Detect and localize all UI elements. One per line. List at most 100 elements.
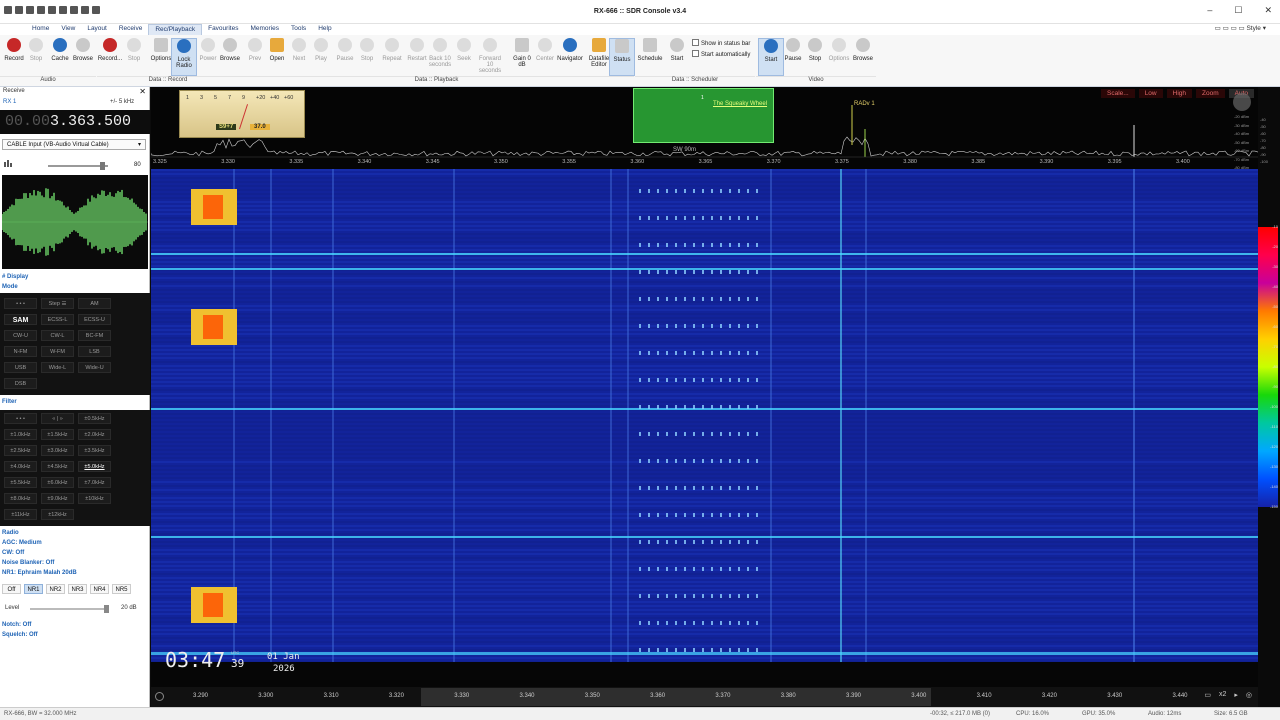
radio-setting-agc-medium[interactable]: AGC: Medium bbox=[2, 540, 42, 546]
7-0khz-button[interactable]: ±7.0kHz bbox=[78, 477, 111, 488]
low-button[interactable]: Low bbox=[1138, 89, 1163, 98]
forward-10-seconds-button[interactable]: Forward 10 seconds bbox=[477, 38, 503, 74]
scroll-right-icon[interactable]: ▸ bbox=[1234, 691, 1238, 699]
radio-section-header[interactable]: Radio bbox=[2, 530, 19, 536]
4-5khz-button[interactable]: ±4.5kHz bbox=[41, 461, 74, 472]
close-button[interactable]: ✕ bbox=[1264, 5, 1272, 16]
usb-button[interactable]: USB bbox=[4, 362, 37, 373]
tab-rec-playback[interactable]: Rec/Playback bbox=[148, 24, 203, 35]
show-in-status-bar-checkbox[interactable]: Show in status bar bbox=[692, 39, 750, 47]
tab-home[interactable]: Home bbox=[26, 24, 55, 35]
style-label[interactable]: Style bbox=[1246, 25, 1260, 32]
wide-l-button[interactable]: Wide-L bbox=[41, 362, 74, 373]
status-button[interactable]: Status bbox=[609, 38, 635, 76]
browse-button[interactable]: Browse bbox=[850, 38, 876, 62]
item-button[interactable]: • • • bbox=[4, 298, 37, 309]
dsb-button[interactable]: DSB bbox=[4, 378, 37, 389]
freq-digits[interactable]: 3.363.500 bbox=[50, 113, 131, 130]
schedule-button[interactable]: Schedule bbox=[637, 38, 663, 62]
radio-setting-noise-blanker-off[interactable]: Noise Blanker: Off bbox=[2, 560, 54, 566]
off-button[interactable]: Off bbox=[2, 584, 21, 594]
sam-button[interactable]: SAM bbox=[4, 314, 37, 325]
12khz-button[interactable]: ±12kHz bbox=[41, 509, 74, 520]
frequency-display[interactable]: 00.003.363.500 bbox=[0, 110, 150, 134]
close-panel-icon[interactable]: ✕ bbox=[139, 87, 146, 96]
squelch-setting[interactable]: Squelch: Off bbox=[2, 632, 38, 638]
tab-memories[interactable]: Memories bbox=[244, 24, 285, 35]
2-5khz-button[interactable]: ±2.5kHz bbox=[4, 445, 37, 456]
keyboard-icon[interactable]: ▭ bbox=[1204, 691, 1211, 699]
waterfall-colour-scale[interactable]: -40 -50 -60 -70 -80 -90 -100 -10 -20 -30 -40 -50 -6… bbox=[1258, 87, 1280, 707]
marker-squeaky-wheel[interactable]: The Squeaky Wheel bbox=[713, 101, 767, 107]
8-0khz-button[interactable]: ±8.0kHz bbox=[4, 493, 37, 504]
4-0khz-button[interactable]: ±4.0kHz bbox=[4, 461, 37, 472]
stop-button[interactable]: Stop bbox=[121, 38, 147, 62]
lsb-button[interactable]: LSB bbox=[78, 346, 111, 357]
high-button[interactable]: High bbox=[1166, 89, 1192, 98]
play-button[interactable]: Play bbox=[308, 38, 334, 62]
browse-button[interactable]: Browse bbox=[217, 38, 243, 62]
ecss-l-button[interactable]: ECSS-L bbox=[41, 314, 74, 325]
marker-radv[interactable]: RADv 1 bbox=[854, 101, 875, 107]
style-menu[interactable]: ▭ ▭ ▭ ▭ Style ▾ bbox=[1215, 24, 1266, 32]
spectrum-display[interactable]: 1 3 5 7 9 +20 +40 +60 S9+7 37.0 1 The Squeaky W… bbox=[150, 87, 1259, 179]
volume-slider-thumb[interactable] bbox=[100, 162, 105, 170]
navigator-button[interactable]: Navigator bbox=[557, 38, 583, 62]
10khz-button[interactable]: ±10kHz bbox=[78, 493, 111, 504]
stop-button[interactable]: Stop bbox=[354, 38, 380, 62]
stop-button[interactable]: Stop bbox=[802, 38, 828, 62]
nr2-button[interactable]: NR2 bbox=[46, 584, 65, 594]
tab-receive[interactable]: Receive bbox=[113, 24, 148, 35]
level-slider[interactable] bbox=[30, 605, 109, 613]
11khz-button[interactable]: ±11kHz bbox=[4, 509, 37, 520]
ecss-u-button[interactable]: ECSS-U bbox=[78, 314, 111, 325]
scale-button[interactable]: Scale... bbox=[1101, 89, 1135, 98]
1-5khz-button[interactable]: ±1.5kHz bbox=[41, 429, 74, 440]
item-button[interactable]: • • • bbox=[4, 413, 37, 424]
tab-view[interactable]: View bbox=[55, 24, 81, 35]
1-0khz-button[interactable]: ±1.0kHz bbox=[4, 429, 37, 440]
tab-favourites[interactable]: Favourites bbox=[202, 24, 244, 35]
settings-icon[interactable]: ◎ bbox=[1246, 691, 1252, 699]
cw-u-button[interactable]: CW-U bbox=[4, 330, 37, 341]
2-0khz-button[interactable]: ±2.0kHz bbox=[78, 429, 111, 440]
0-5khz-button[interactable]: ±0.5kHz bbox=[78, 413, 111, 424]
center-button[interactable]: Center bbox=[532, 38, 558, 62]
w-fm-button[interactable]: W-FM bbox=[41, 346, 74, 357]
tab-help[interactable]: Help bbox=[312, 24, 337, 35]
nr4-button[interactable]: NR4 bbox=[90, 584, 109, 594]
audio-source-select[interactable]: CABLE Input (VB-Audio Virtual Cable) ▾ bbox=[2, 139, 146, 150]
layout-icons[interactable]: ▭ ▭ ▭ ▭ bbox=[1215, 25, 1247, 32]
minimize-button[interactable]: – bbox=[1207, 5, 1212, 16]
notch-setting[interactable]: Notch: Off bbox=[2, 622, 31, 628]
display-section-header[interactable]: # Display bbox=[2, 274, 28, 280]
step-button[interactable]: Step ☰ bbox=[41, 298, 74, 309]
start-automatically-checkbox[interactable]: Start automatically bbox=[692, 50, 750, 58]
lock-radio-button[interactable]: Lock Radio bbox=[171, 38, 197, 76]
tab-tools[interactable]: Tools bbox=[285, 24, 312, 35]
stop-button[interactable]: Stop bbox=[23, 38, 49, 62]
6-0khz-button[interactable]: ±6.0kHz bbox=[41, 477, 74, 488]
nr3-button[interactable]: NR3 bbox=[68, 584, 87, 594]
volume-slider[interactable] bbox=[48, 162, 108, 170]
bc-fm-button[interactable]: BC-FM bbox=[78, 330, 111, 341]
zoom-button[interactable]: Zoom bbox=[1196, 89, 1225, 98]
overview-bar[interactable]: 03:47 39 UTC 01 Jan 2026 3.290 3.300 3.310… bbox=[151, 648, 1258, 707]
9-0khz-button[interactable]: ±9.0kHz bbox=[41, 493, 74, 504]
3-0khz-button[interactable]: ±3.0kHz bbox=[41, 445, 74, 456]
filter-section-header[interactable]: Filter bbox=[2, 399, 17, 405]
waterfall-display[interactable] bbox=[151, 169, 1258, 662]
browse-button[interactable]: Browse bbox=[70, 38, 96, 62]
tab-layout[interactable]: Layout bbox=[81, 24, 113, 35]
mode-section-header[interactable]: Mode bbox=[2, 284, 18, 290]
maximize-button[interactable]: ☐ bbox=[1234, 5, 1242, 16]
n-fm-button[interactable]: N-FM bbox=[4, 346, 37, 357]
zoom-level[interactable]: x2 bbox=[1219, 691, 1226, 699]
am-button[interactable]: AM bbox=[78, 298, 111, 309]
repeat-button[interactable]: Repeat bbox=[379, 38, 405, 62]
nr5-button[interactable]: NR5 bbox=[112, 584, 131, 594]
overview-strip[interactable]: 3.290 3.300 3.310 3.320 3.330 3.340 3.350 3.360… bbox=[151, 687, 1258, 707]
radio-setting-cw-off[interactable]: CW: Off bbox=[2, 550, 24, 556]
level-slider-thumb[interactable] bbox=[104, 605, 109, 613]
5-5khz-button[interactable]: ±5.5kHz bbox=[4, 477, 37, 488]
